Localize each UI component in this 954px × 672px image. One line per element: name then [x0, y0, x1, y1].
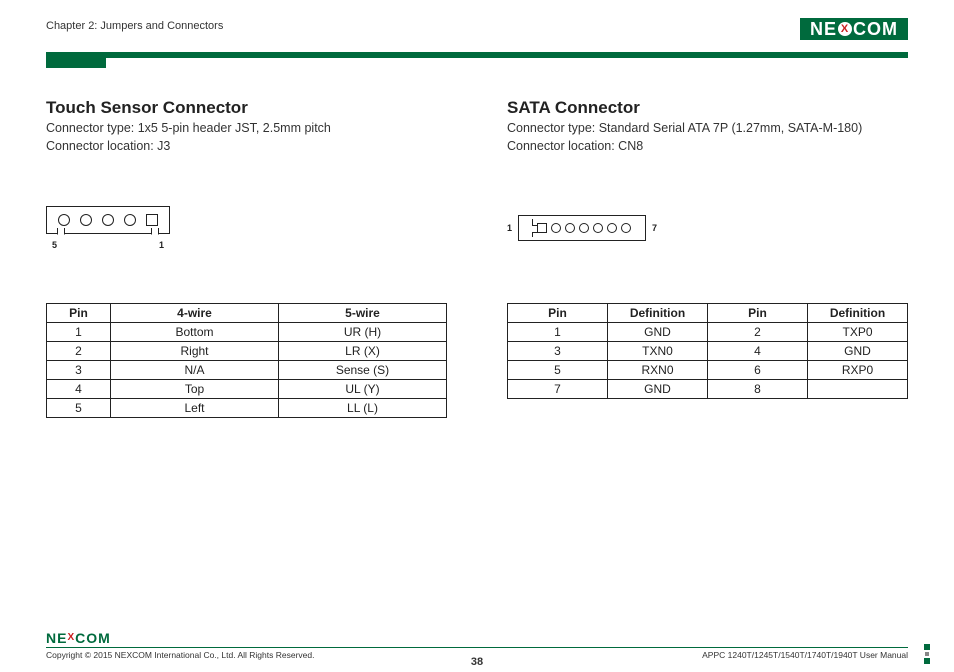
footer-rule	[46, 647, 908, 649]
sata-pin-1-icon	[537, 223, 547, 233]
sata-diagram: 1 7	[507, 183, 908, 273]
sata-pin7-label: 7	[652, 223, 657, 233]
footer-page-number: 38	[46, 656, 908, 668]
pin-3-icon	[102, 214, 114, 226]
th-4wire: 4-wire	[111, 304, 279, 323]
jst-connector-icon	[46, 206, 170, 234]
sata-connector-icon	[518, 215, 646, 241]
th-def-b: Definition	[808, 304, 908, 323]
sata-section: SATA Connector Connector type: Standard …	[507, 98, 908, 418]
touch-sensor-section: Touch Sensor Connector Connector type: 1…	[46, 98, 447, 418]
th-pin: Pin	[47, 304, 111, 323]
page-header: Chapter 2: Jumpers and Connectors NE X C…	[46, 18, 908, 46]
pin-1-icon	[146, 214, 158, 226]
table-row: 2RightLR (X)	[47, 342, 447, 361]
table-row: 3TXN04GND	[508, 342, 908, 361]
th-5wire: 5-wire	[279, 304, 447, 323]
touch-title: Touch Sensor Connector	[46, 98, 447, 118]
pin-2-icon	[124, 214, 136, 226]
th-def-a: Definition	[608, 304, 708, 323]
page-footer: NE X COM Copyright © 2015 NEXCOM Interna…	[46, 631, 908, 661]
table-row: 3N/ASense (S)	[47, 361, 447, 380]
table-row: 1GND2TXP0	[508, 323, 908, 342]
brand-x-icon: X	[838, 22, 852, 36]
brand-text-post: COM	[853, 20, 898, 38]
pin-5-icon	[58, 214, 70, 226]
brand-logo: NE X COM	[800, 18, 908, 40]
content-area: Touch Sensor Connector Connector type: 1…	[46, 98, 908, 418]
sata-pin-7-icon	[621, 223, 631, 233]
table-row: 7GND8	[508, 380, 908, 399]
sata-pin-4-icon	[579, 223, 589, 233]
touch-location: Connector location: J3	[46, 138, 447, 156]
sata-location: Connector location: CN8	[507, 138, 908, 156]
th-pin-a: Pin	[508, 304, 608, 323]
table-row: 4TopUL (Y)	[47, 380, 447, 399]
touch-pin1-label: 1	[159, 240, 164, 250]
sata-pin-3-icon	[565, 223, 575, 233]
sata-pin-5-icon	[593, 223, 603, 233]
sata-pin-table: Pin Definition Pin Definition 1GND2TXP0 …	[507, 303, 908, 399]
header-tab	[46, 58, 106, 68]
touch-pin-table: Pin 4-wire 5-wire 1BottomUR (H) 2RightLR…	[46, 303, 447, 418]
sata-pin-2-icon	[551, 223, 561, 233]
chapter-title: Chapter 2: Jumpers and Connectors	[46, 20, 223, 32]
table-row: 1BottomUR (H)	[47, 323, 447, 342]
sata-notch-icon	[522, 219, 533, 237]
brand-text-pre: NE	[810, 20, 837, 38]
footer-crop-marks-icon	[924, 644, 930, 664]
touch-type: Connector type: 1x5 5-pin header JST, 2.…	[46, 120, 447, 138]
touch-diagram: 5 1	[46, 183, 447, 273]
pin-4-icon	[80, 214, 92, 226]
footer-logo: NE X COM	[46, 631, 908, 645]
header-rule	[46, 52, 908, 58]
sata-pin-6-icon	[607, 223, 617, 233]
manual-page: Chapter 2: Jumpers and Connectors NE X C…	[0, 0, 954, 672]
table-row: 5RXN06RXP0	[508, 361, 908, 380]
th-pin-b: Pin	[708, 304, 808, 323]
touch-pin5-label: 5	[52, 240, 57, 250]
table-row: 5LeftLL (L)	[47, 399, 447, 418]
sata-pin1-label: 1	[507, 223, 512, 233]
sata-title: SATA Connector	[507, 98, 908, 118]
sata-type: Connector type: Standard Serial ATA 7P (…	[507, 120, 908, 138]
